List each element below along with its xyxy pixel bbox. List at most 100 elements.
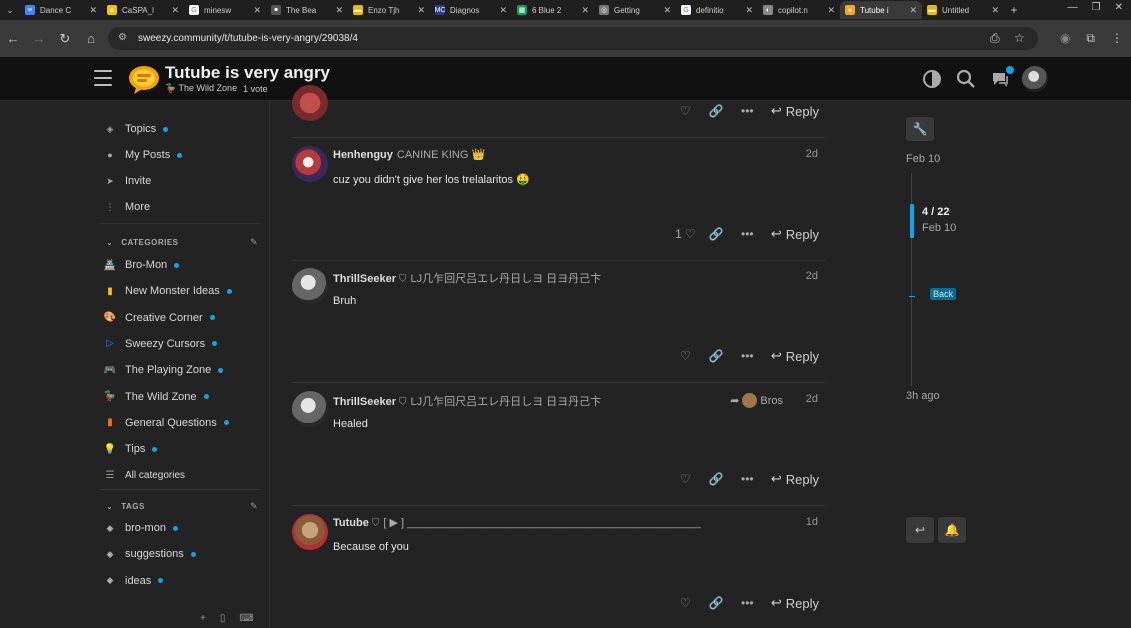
reload-icon[interactable]: ↻ [52,31,78,47]
avatar[interactable] [292,146,328,182]
wrench-icon[interactable]: 🔧 [906,117,934,141]
reply-button[interactable]: ↩ Reply [771,595,819,611]
browser-tab[interactable]: ⚫ The Bea ✕ [266,1,348,19]
install-app-icon[interactable]: ⎙ [990,31,1000,46]
post-author[interactable]: ThrillSeeker ⛉ LJ几乍回尺吕エレ丹日しヨ 日ヨ丹己卞 [333,393,601,409]
close-window-icon[interactable]: ✕ [1115,2,1123,13]
new-tab-icon[interactable]: + [1004,3,1024,17]
post-date[interactable]: 2d [806,148,818,160]
minimize-icon[interactable]: — [1068,2,1078,13]
more-actions-icon[interactable]: ••• [732,104,763,118]
mobile-icon[interactable]: ▯ [220,613,226,624]
chat-icon[interactable] [988,66,1014,91]
site-logo[interactable] [128,64,160,94]
sidebar-category-creative-corner[interactable]: 🎨 Creative Corner [104,312,215,324]
copy-link-icon[interactable]: 🔗 [701,596,732,610]
more-actions-icon[interactable]: ••• [732,472,763,486]
tab-search-icon[interactable]: ⌄ [0,0,20,20]
sidebar-item-more[interactable]: ⋮ More [104,201,151,213]
browser-tab[interactable]: Gminesw ✕ [184,1,266,19]
extension-icon[interactable]: ◉ [1060,31,1070,46]
tab-close-icon[interactable]: ✕ [417,5,425,16]
tab-close-icon[interactable]: ✕ [171,5,179,16]
post-date[interactable]: 2d [806,270,818,282]
tags-heading[interactable]: ⌄ TAGS ✎ [106,501,258,512]
more-actions-icon[interactable]: ••• [732,596,763,610]
category-link[interactable]: 🦆 The Wild Zone [165,83,237,94]
sidebar-category-general-questions[interactable]: ▮ General Questions [104,417,229,429]
post-author[interactable]: ThrillSeeker ⛉ LJ几乍回尺吕エレ丹日しヨ 日ヨ丹己卞 [333,270,601,286]
search-icon[interactable] [954,67,978,91]
home-icon[interactable]: ⌂ [78,31,104,46]
browser-tab[interactable]: ▦ 6 Blue 2 ✕ [512,1,594,19]
browser-menu-icon[interactable]: ⋮ [1111,31,1123,46]
reply-button[interactable]: ↩ Reply [771,471,819,487]
sidebar-category-tips[interactable]: 💡 Tips [104,443,158,455]
site-info-icon[interactable]: ⚙ [118,32,127,43]
like-icon[interactable]: ♡ [670,104,701,118]
bookmark-star-icon[interactable]: ☆ [1014,31,1025,45]
sidebar-tag-suggestions[interactable]: ◆ suggestions [104,548,196,560]
like-button[interactable]: ♡ [670,349,701,363]
categories-heading[interactable]: ⌄ CATEGORIES ✎ [106,237,258,248]
tab-close-icon[interactable]: ✕ [745,5,753,16]
copy-link-icon[interactable]: 🔗 [701,349,732,363]
tab-close-icon[interactable]: ✕ [581,5,589,16]
sidebar-tag-bro-mon[interactable]: ◆ bro-mon [104,522,178,534]
username[interactable]: ThrillSeeker [333,396,396,408]
tab-close-icon[interactable]: ✕ [253,5,261,16]
edit-categories-icon[interactable]: ✎ [250,237,258,248]
tab-close-icon[interactable]: ✕ [909,5,917,16]
tab-close-icon[interactable]: ✕ [89,5,97,16]
puzzle-icon[interactable]: ⧉ [1086,31,1095,46]
avatar[interactable] [292,85,328,121]
hamburger-menu-icon[interactable] [94,70,112,86]
reply-topic-button[interactable]: ↩ [906,517,934,543]
timeline-end-date[interactable]: 3h ago [906,390,940,402]
reply-button[interactable]: ↩ Reply [771,348,819,364]
tab-close-icon[interactable]: ✕ [663,5,671,16]
browser-tab[interactable]: ▬ Untitled ✕ [922,1,1004,19]
tab-close-icon[interactable]: ✕ [499,5,507,16]
topic-title[interactable]: Tutube is very angry [165,63,330,83]
sidebar-category-the-wild-zone[interactable]: 🦆 The Wild Zone [104,391,209,403]
post-date[interactable]: 2d [806,393,818,405]
browser-tab[interactable]: ◎ Getting ✕ [594,1,676,19]
browser-tab[interactable]: ● Tutube i ✕ [840,1,922,19]
forward-icon[interactable]: → [26,31,52,46]
sidebar-category-sweezy-cursors[interactable]: ▷ Sweezy Cursors [104,338,218,350]
username[interactable]: ThrillSeeker [333,273,396,285]
like-button[interactable]: 1 ♡ [670,227,701,241]
restore-icon[interactable]: ❐ [1092,2,1101,13]
notification-bell-icon[interactable]: 🔔 [938,517,966,543]
sidebar-category-bro-mon[interactable]: 🏯 Bro-Mon [104,259,180,271]
browser-tab[interactable]: Gdefinitio ✕ [676,1,758,19]
reply-to-indicator[interactable]: ➦ Bros [730,393,783,408]
copy-link-icon[interactable]: 🔗 [701,104,732,118]
sidebar-item-topics[interactable]: ◈ Topics [104,123,169,135]
sidebar-item-my-posts[interactable]: ● My Posts [104,149,183,161]
browser-tab[interactable]: ◐ copilot.n ✕ [758,1,840,19]
keyboard-icon[interactable]: ⌨ [239,613,253,624]
avatar[interactable] [292,514,328,550]
sidebar-category-new-monster-ideas[interactable]: ▮ New Monster Ideas [104,285,232,297]
browser-tab[interactable]: ≡ Dance C ✕ [20,1,102,19]
avatar[interactable] [292,391,328,427]
user-avatar[interactable] [1022,66,1048,92]
plus-icon[interactable]: + [200,613,206,624]
post-author[interactable]: Tutube ⛉[ ▶ ] ___________________________… [333,516,701,529]
browser-tab[interactable]: ▬ Enzo Tjh ✕ [348,1,430,19]
back-icon[interactable]: ← [0,31,26,46]
reply-button[interactable]: ↩ Reply [771,226,819,242]
timeline-handle[interactable] [910,204,914,238]
like-button[interactable]: ♡ [670,596,701,610]
edit-tags-icon[interactable]: ✎ [250,501,258,512]
username[interactable]: Tutube [333,517,369,529]
theme-toggle-icon[interactable] [920,67,944,91]
timeline-back-button[interactable]: Back [930,288,957,300]
post-author[interactable]: Henhenguy CANINE KING 👑 [333,148,485,161]
more-actions-icon[interactable]: ••• [732,349,763,363]
sidebar-item-invite[interactable]: ➤ Invite [104,175,151,187]
browser-tab[interactable]: MC Diagnos ✕ [430,1,512,19]
sidebar-category-the-playing-zone[interactable]: 🎮 The Playing Zone [104,364,224,376]
